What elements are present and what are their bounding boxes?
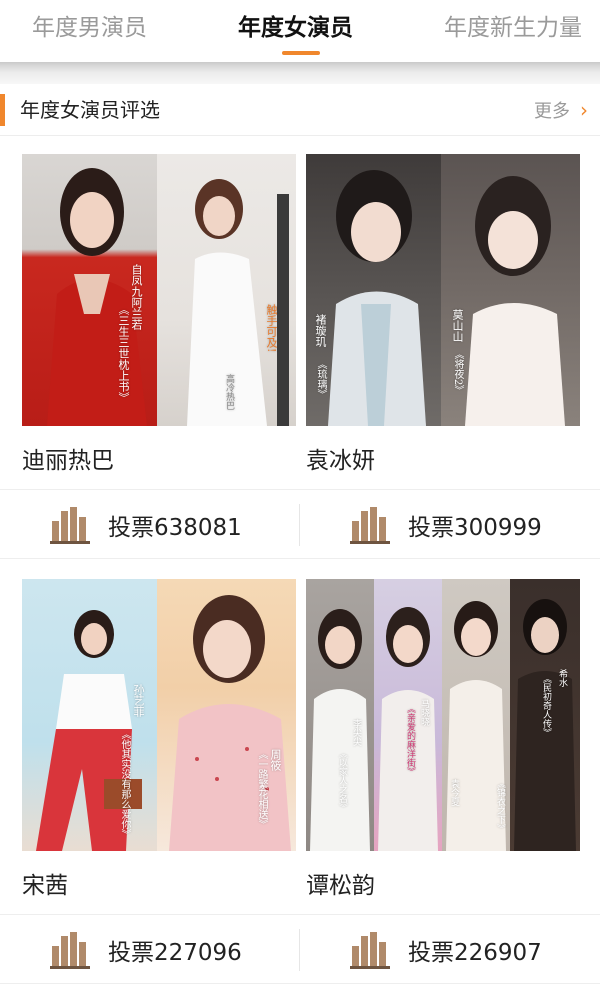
section-header: 年度女演员评选 更多 › — [0, 84, 600, 136]
poster-caption: 触手可及! — [265, 304, 278, 353]
poster-still-right: 触手可及! 高冷热巴 — [157, 154, 296, 426]
poster-caption: 《锦衣之下》 — [495, 779, 505, 833]
nominee-name: 迪丽热巴 — [22, 448, 114, 474]
poster-still-left: 褚璇玑 《琉璃》 — [306, 154, 441, 426]
poster-caption: 《一路繁花相送》 — [256, 749, 267, 829]
vote-count: 投票226907 — [408, 940, 542, 966]
vote-button[interactable]: 投票300999 — [350, 490, 542, 560]
section-title: 年度女演员评选 — [20, 98, 160, 122]
tab-bar-shadow — [0, 62, 600, 84]
poster-still: 李尖尖 《以家人之名》 — [306, 579, 374, 851]
poster-caption: 李尖尖 — [351, 719, 361, 746]
vote-bar-chart-icon — [50, 932, 90, 969]
nominee-name: 谭松韵 — [306, 873, 375, 899]
nominee-name: 宋茜 — [22, 873, 68, 899]
vote-row: 投票227096 投票226907 — [0, 914, 600, 984]
vote-bar-chart-icon — [350, 932, 390, 969]
more-link[interactable]: 更多 › — [534, 92, 588, 128]
vote-button[interactable]: 投票226907 — [350, 915, 542, 985]
poster-still: 希水 《民初奇人传》 — [510, 579, 580, 851]
vote-count: 投票227096 — [108, 940, 242, 966]
poster-caption: 褚璇玑 — [314, 314, 327, 347]
vote-bar-chart-icon — [50, 507, 90, 544]
poster-caption: 《他其实没有那么爱你》 — [119, 729, 130, 839]
poster-caption: 《民初奇人传》 — [541, 674, 551, 737]
poster-caption: 《亲爱的麻洋街》 — [405, 704, 415, 776]
figure-illustration — [328, 170, 426, 426]
poster-caption: 希水 — [557, 669, 567, 687]
more-label: 更多 — [534, 101, 570, 122]
tab-best-actress[interactable]: 年度女演员 — [238, 10, 353, 46]
top-tab-bar: 年度男演员 年度女演员 年度新生力量 — [0, 0, 600, 62]
vote-button[interactable]: 投票227096 — [50, 915, 242, 985]
vote-count: 投票638081 — [108, 515, 242, 541]
poster-caption: 周筱 — [269, 749, 282, 771]
nominee-poster[interactable]: 李尖尖 《以家人之名》 马晓晓 《亲爱的麻洋街》 袁今夏 《锦衣之下》 希水 《… — [306, 579, 580, 851]
poster-still-left: 孙艺菲 《他其实没有那么爱你》 — [22, 579, 157, 851]
tab-best-actor[interactable]: 年度男演员 — [32, 10, 147, 46]
poster-caption: 自凤九阿兰若 — [130, 264, 143, 330]
divider — [299, 929, 300, 971]
poster-caption: 莫山山 — [451, 309, 464, 342]
poster-caption: 袁今夏 — [449, 779, 459, 806]
poster-caption: 高冷热巴 — [224, 374, 234, 410]
poster-still: 袁今夏 《锦衣之下》 — [442, 579, 510, 851]
tab-new-talent[interactable]: 年度新生力量 — [444, 10, 582, 46]
poster-caption: 《将夜2》 — [452, 349, 463, 396]
poster-caption: 孙艺菲 — [132, 684, 145, 717]
poster-still-right: 莫山山 《将夜2》 — [441, 154, 580, 426]
poster-still-left: 自凤九阿兰若 《三生三世枕上书》 — [22, 154, 157, 426]
nominee-poster[interactable]: 褚璇玑 《琉璃》 莫山山 《将夜2》 — [306, 154, 580, 426]
nominee-name: 袁冰妍 — [306, 448, 375, 474]
poster-caption: 《琉璃》 — [315, 359, 326, 399]
section-accent-bar — [0, 94, 5, 126]
nominee-poster[interactable]: 孙艺菲 《他其实没有那么爱你》 周筱 《一路繁花相送》 — [22, 579, 296, 851]
vote-count: 投票300999 — [408, 515, 542, 541]
poster-caption: 马晓晓 — [419, 699, 429, 726]
poster-still-right: 周筱 《一路繁花相送》 — [157, 579, 296, 851]
poster-caption: 《以家人之名》 — [337, 749, 347, 812]
vote-button[interactable]: 投票638081 — [50, 490, 242, 560]
poster-still: 马晓晓 《亲爱的麻洋街》 — [374, 579, 442, 851]
chevron-right-icon: › — [580, 98, 588, 122]
figure-illustration — [169, 595, 291, 851]
vote-bar-chart-icon — [350, 507, 390, 544]
active-tab-indicator — [282, 51, 320, 55]
nominee-poster[interactable]: 自凤九阿兰若 《三生三世枕上书》 触手可及! 高冷热巴 — [22, 154, 296, 426]
divider — [299, 504, 300, 546]
poster-caption: 《三生三世枕上书》 — [117, 304, 130, 403]
vote-row: 投票638081 投票300999 — [0, 489, 600, 559]
